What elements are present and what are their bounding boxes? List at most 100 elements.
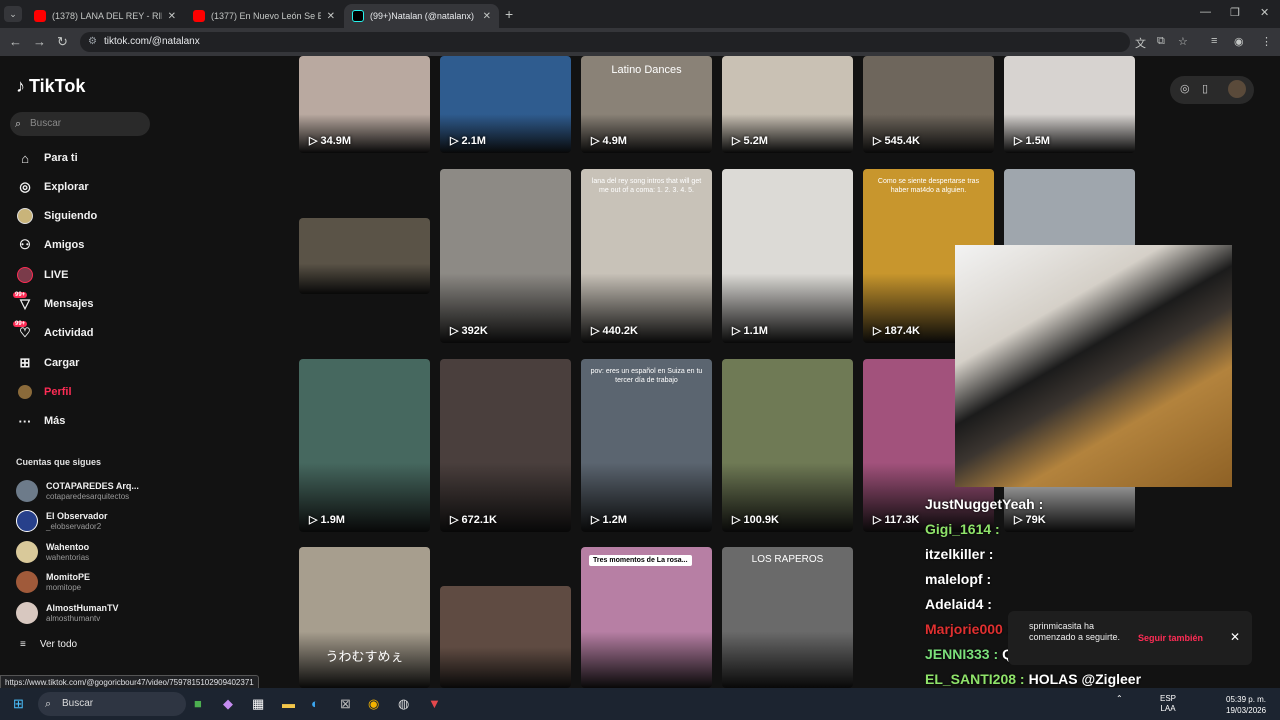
messages-badge: 99+	[13, 292, 28, 298]
nav-explorar[interactable]: ◎ Explorar	[16, 176, 88, 198]
reload-button[interactable]: ↻	[57, 34, 68, 50]
nav-mensajes[interactable]: ▽ 99+ Mensajes	[13, 292, 94, 315]
play-icon: ▷	[450, 325, 462, 337]
nav-amigos[interactable]: ⚇ Amigos	[16, 234, 84, 256]
video-card[interactable]: ▷ 545.4K	[863, 56, 994, 153]
close-window-button[interactable]: ✕	[1260, 6, 1269, 19]
browser-menu-icon[interactable]: ⋮	[1261, 35, 1272, 48]
play-icon: ▷	[1014, 135, 1026, 147]
nav-cargar[interactable]: ⊞ Cargar	[16, 352, 80, 374]
video-card[interactable]: lana del rey song intros that will get m…	[581, 169, 712, 343]
video-card[interactable]: ▷ 5.2M	[722, 56, 853, 153]
browser-toolbar: ← → ↻ ⚙ tiktok.com/@natalanx 文 ⧉ ☆ ≡ ◉ ⋮	[0, 28, 1280, 56]
account-name: El Observador	[46, 510, 108, 521]
close-icon[interactable]: ✕	[1230, 630, 1240, 644]
nav-siguiendo[interactable]: Siguiendo	[16, 205, 97, 227]
following-account[interactable]: Wahentoo wahentorias	[16, 537, 89, 567]
compass-icon[interactable]: ◎	[1180, 82, 1190, 95]
video-card[interactable]	[440, 586, 571, 688]
video-card[interactable]: ▷ 100.9K	[722, 359, 853, 532]
copilot-icon[interactable]: ◆	[223, 696, 233, 712]
video-card[interactable]: ▷ 34.9M	[299, 56, 430, 153]
phone-icon[interactable]: ▯	[1202, 82, 1208, 95]
video-card[interactable]: ▷ 1.9M	[299, 359, 430, 532]
folder-icon[interactable]: ▬	[282, 696, 295, 711]
see-all-link[interactable]: ≡ Ver todo	[20, 639, 77, 650]
obs-icon[interactable]: ◍	[398, 696, 409, 712]
nav-mas[interactable]: ··· Más	[16, 410, 66, 432]
translate-icon[interactable]: 文	[1135, 35, 1146, 51]
video-card[interactable]: ▷ 672.1K	[440, 359, 571, 532]
view-count: ▷ 34.9M	[309, 135, 352, 147]
media-queue-icon[interactable]: ≡	[1211, 35, 1217, 47]
chat-username: Gigi_1614 :	[925, 521, 1000, 537]
video-card[interactable]: ▷ 1.1M	[722, 169, 853, 343]
nav-para-ti[interactable]: ⌂ Para ti	[16, 147, 78, 169]
account-name: AlmostHumanTV	[46, 602, 119, 613]
chat-message: itzelkiller :	[925, 546, 993, 562]
following-account[interactable]: MomitoPE momitope	[16, 567, 90, 597]
video-card[interactable]: ▷ 2.1M	[440, 56, 571, 153]
edge-icon[interactable]: ◐	[311, 696, 319, 711]
friends-icon: ⚇	[19, 237, 31, 252]
tiktok-logo[interactable]: ♪ TikTok	[16, 76, 85, 97]
close-tab-icon[interactable]: ✕	[327, 11, 335, 22]
account-handle: cotaparedesarquitectos	[46, 491, 130, 501]
view-count: ▷ 1.5M	[1014, 135, 1050, 147]
video-card[interactable]: Tres momentos de La rosa...	[581, 547, 712, 688]
video-card[interactable]: うわむすめぇ	[299, 547, 430, 688]
new-tab-button[interactable]: +	[505, 6, 513, 22]
app-icon[interactable]: ⊠	[340, 696, 351, 712]
chrome-icon[interactable]: ◉	[368, 696, 379, 712]
address-bar[interactable]: ⚙ tiktok.com/@natalanx	[80, 32, 1130, 52]
back-button[interactable]: ←	[9, 34, 22, 50]
video-card[interactable]: ▷ 1.5M	[1004, 56, 1135, 153]
view-count: ▷ 672.1K	[450, 514, 497, 526]
system-tray[interactable]: ⌃	[1116, 694, 1123, 703]
app-icon[interactable]: ▼	[428, 696, 441, 711]
tab-search-button[interactable]: ⌄	[4, 6, 22, 22]
bookmark-star-icon[interactable]: ☆	[1178, 35, 1188, 48]
site-info-icon[interactable]: ⚙	[88, 32, 97, 52]
video-card[interactable]: LOS RAPEROS	[722, 547, 853, 688]
tab-youtube-lana[interactable]: (1378) LANA DEL REY - RIDE (O ✕	[26, 4, 184, 28]
following-account[interactable]: El Observador _elobservador2	[16, 506, 108, 536]
nav-perfil[interactable]: Perfil	[16, 381, 72, 403]
close-tab-icon[interactable]: ✕	[168, 11, 176, 22]
play-icon: ▷	[450, 135, 462, 147]
install-app-icon[interactable]: ⧉	[1157, 35, 1165, 48]
video-card[interactable]: Latino Dances ▷ 4.9M	[581, 56, 712, 153]
taskbar-search[interactable]: ⌕ Buscar	[38, 692, 186, 716]
following-account[interactable]: AlmostHumanTV almosthumantv	[16, 598, 119, 628]
tab-tiktok-natalan[interactable]: (99+)Natalan (@natalanx) | TikT ✕	[344, 4, 499, 28]
play-icon: ▷	[873, 135, 885, 147]
chat-message: malelopf :	[925, 571, 991, 587]
view-count: ▷ 117.3K	[873, 514, 920, 526]
user-avatar[interactable]	[1228, 80, 1246, 98]
profile-avatar-icon[interactable]: ◉	[1234, 35, 1244, 48]
search-icon: ⌕	[45, 698, 52, 710]
clock[interactable]: 05:39 p. m. 19/03/2026	[1226, 694, 1266, 716]
view-count: ▷ 4.9M	[591, 135, 627, 147]
restore-button[interactable]: ❐	[1230, 6, 1240, 19]
app-icon[interactable]: ■	[194, 696, 202, 711]
follow-back-button[interactable]: Seguir también	[1138, 633, 1203, 643]
language-indicator[interactable]: ESP LAA	[1160, 694, 1176, 714]
following-account[interactable]: COTAPAREDES Arq... cotaparedesarquitectos	[16, 476, 139, 506]
close-tab-icon[interactable]: ✕	[483, 11, 491, 22]
windows-start-icon[interactable]: ⊞	[13, 696, 24, 712]
nav-actividad[interactable]: ♡ 99+ Actividad	[13, 321, 94, 344]
view-count: ▷ 440.2K	[591, 325, 638, 337]
chat-message: JustNuggetYeah :	[925, 496, 1043, 512]
nav-live[interactable]: LIVE	[16, 264, 68, 286]
video-card[interactable]: pov: eres un español en Suiza en tu terc…	[581, 359, 712, 532]
video-card[interactable]: ▷ 2.5M	[299, 218, 430, 294]
forward-button[interactable]: →	[33, 34, 46, 50]
tab-youtube-nuevo-leon[interactable]: (1377) En Nuevo León Se Baila ✕	[185, 4, 343, 28]
search-input[interactable]: ⌕ Buscar	[10, 112, 150, 136]
play-icon: ▷	[309, 135, 321, 147]
chat-text: HOLAS @Zigleer	[1028, 671, 1142, 687]
video-card[interactable]: ▷ 392K	[440, 169, 571, 343]
minimize-button[interactable]: —	[1200, 6, 1211, 18]
store-icon[interactable]: ▦	[252, 696, 264, 712]
